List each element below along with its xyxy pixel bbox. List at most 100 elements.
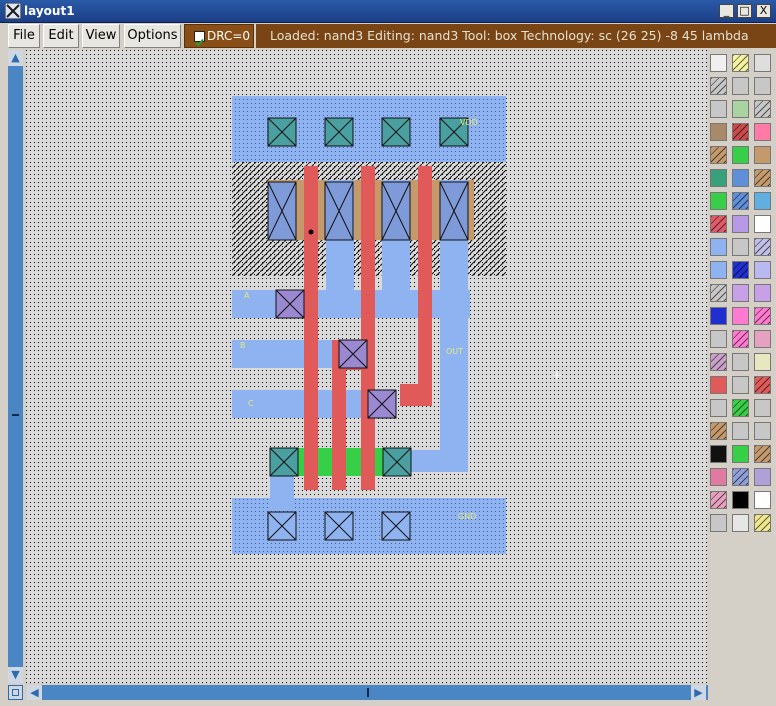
layer-swatch[interactable] [732, 353, 749, 371]
layer-swatch[interactable] [754, 215, 771, 233]
layer-swatch[interactable] [754, 77, 771, 95]
layer-swatch[interactable] [754, 445, 771, 463]
layer-swatch[interactable] [732, 376, 749, 394]
layer-swatch[interactable] [732, 330, 749, 348]
layer-swatch[interactable] [732, 192, 749, 210]
layer-swatch[interactable] [732, 422, 749, 440]
layer-swatch[interactable] [732, 468, 749, 486]
drc-checkbox[interactable] [194, 31, 205, 47]
layer-swatch[interactable] [732, 238, 749, 256]
menu-bar: File Edit View Options DRC=0 Loaded: nan… [0, 23, 776, 49]
layer-swatch[interactable] [754, 491, 771, 509]
minimize-button[interactable]: _ [719, 4, 734, 18]
drc-toggle[interactable]: DRC=0 [184, 24, 254, 48]
layer-swatch[interactable] [732, 307, 749, 325]
layout-drawing[interactable]: VDD GND A B C OUT [26, 50, 707, 683]
layer-swatch[interactable] [754, 54, 771, 72]
layer-swatch[interactable] [754, 192, 771, 210]
scroll-down-icon[interactable]: ▼ [8, 667, 23, 683]
scroll-up-icon[interactable]: ▲ [8, 50, 23, 66]
layer-swatch[interactable] [732, 100, 749, 118]
layer-swatch[interactable] [710, 514, 727, 532]
drc-label: DRC=0 [207, 29, 251, 43]
layer-swatch[interactable] [710, 261, 727, 279]
layer-swatch[interactable] [710, 491, 727, 509]
layer-swatch[interactable] [732, 445, 749, 463]
layer-swatch[interactable] [732, 54, 749, 72]
layout-canvas[interactable]: VDD GND A B C OUT [26, 50, 707, 683]
palette-row [710, 261, 776, 280]
horizontal-scrollbar[interactable]: ◀ ▶ [27, 685, 708, 700]
layer-swatch[interactable] [710, 146, 727, 164]
layer-swatch[interactable] [710, 330, 727, 348]
layer-swatch[interactable] [710, 399, 727, 417]
layer-swatch[interactable] [710, 284, 727, 302]
layer-swatch[interactable] [732, 146, 749, 164]
close-button[interactable]: X [756, 4, 771, 18]
zoom-box-icon [12, 689, 19, 696]
layer-swatch[interactable] [754, 468, 771, 486]
layer-swatch[interactable] [754, 238, 771, 256]
layer-swatch[interactable] [754, 422, 771, 440]
layer-swatch[interactable] [754, 514, 771, 532]
layer-swatch[interactable] [754, 169, 771, 187]
layer-swatch[interactable] [710, 77, 727, 95]
palette-row [710, 146, 776, 165]
layer-swatch[interactable] [710, 123, 727, 141]
layer-swatch[interactable] [732, 491, 749, 509]
input-a-metal [232, 290, 470, 318]
layer-swatch[interactable] [710, 376, 727, 394]
palette-row [710, 353, 776, 372]
poly-gate-c [418, 166, 432, 394]
layer-palette [708, 50, 776, 706]
layer-swatch[interactable] [754, 284, 771, 302]
title-bar: layout1 _ □ X [0, 0, 776, 23]
layer-swatch[interactable] [710, 353, 727, 371]
layer-swatch[interactable] [710, 238, 727, 256]
menu-view[interactable]: View [82, 24, 120, 48]
layer-swatch[interactable] [710, 445, 727, 463]
vertical-scrollbar[interactable]: ▲ ▼ [8, 50, 23, 683]
poly-gate-c-bend [400, 384, 432, 406]
status-bar: Loaded: nand3 Editing: nand3 Tool: box T… [256, 24, 776, 48]
horizontal-scroll-thumb[interactable] [367, 688, 369, 697]
menu-file[interactable]: File [8, 24, 40, 48]
layer-swatch[interactable] [754, 353, 771, 371]
layer-swatch[interactable] [754, 261, 771, 279]
menu-edit[interactable]: Edit [43, 24, 79, 48]
palette-row [710, 238, 776, 257]
layer-swatch[interactable] [732, 123, 749, 141]
layer-swatch[interactable] [732, 77, 749, 95]
layer-swatch[interactable] [710, 169, 727, 187]
layer-swatch[interactable] [754, 376, 771, 394]
layer-swatch[interactable] [754, 399, 771, 417]
layer-swatch[interactable] [732, 261, 749, 279]
layer-swatch[interactable] [732, 169, 749, 187]
layer-swatch[interactable] [754, 100, 771, 118]
layer-swatch[interactable] [710, 215, 727, 233]
layer-swatch[interactable] [732, 399, 749, 417]
layer-swatch[interactable] [732, 215, 749, 233]
layer-swatch[interactable] [710, 422, 727, 440]
poly-gate-b-lower [332, 370, 346, 490]
scroll-right-icon[interactable]: ▶ [691, 685, 706, 700]
layer-swatch[interactable] [710, 54, 727, 72]
layer-swatch[interactable] [754, 123, 771, 141]
gnd-contacts [267, 511, 411, 541]
layer-swatch[interactable] [710, 307, 727, 325]
zoom-fit-button[interactable] [8, 685, 23, 700]
layer-swatch[interactable] [732, 514, 749, 532]
layer-swatch[interactable] [710, 192, 727, 210]
output-label: OUT [446, 347, 463, 356]
layer-swatch[interactable] [754, 146, 771, 164]
menu-options[interactable]: Options [124, 24, 181, 48]
scroll-left-icon[interactable]: ◀ [27, 685, 42, 700]
layer-swatch[interactable] [710, 100, 727, 118]
layer-swatch[interactable] [732, 284, 749, 302]
layer-swatch[interactable] [710, 468, 727, 486]
layer-swatch[interactable] [754, 307, 771, 325]
palette-row [710, 514, 776, 533]
maximize-button[interactable]: □ [737, 4, 752, 18]
vertical-scroll-thumb[interactable] [12, 414, 19, 416]
layer-swatch[interactable] [754, 330, 771, 348]
